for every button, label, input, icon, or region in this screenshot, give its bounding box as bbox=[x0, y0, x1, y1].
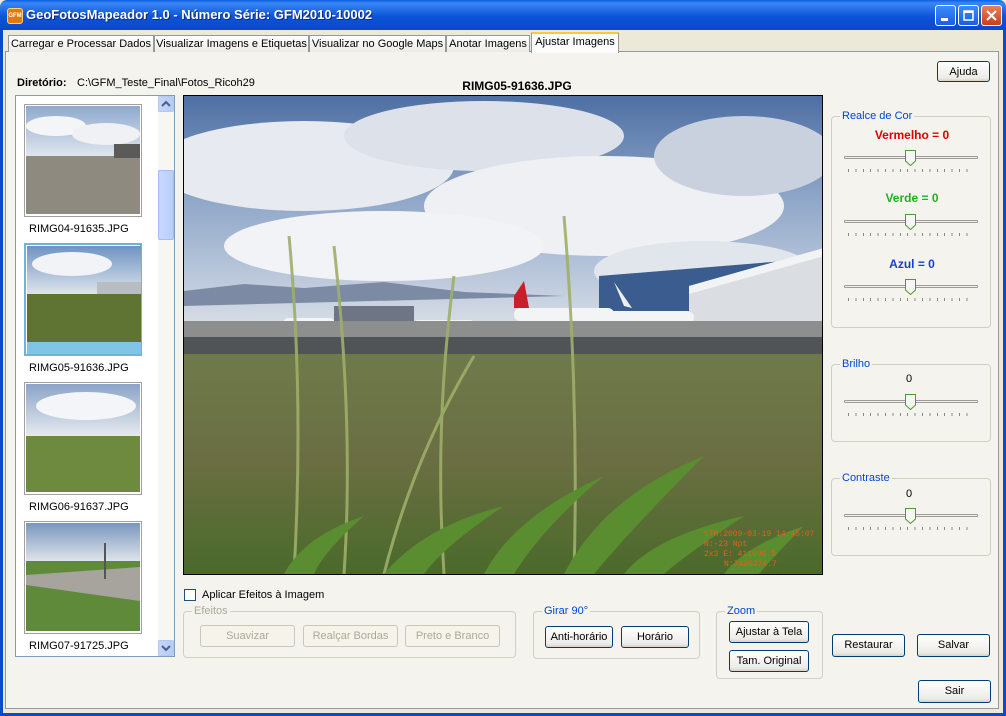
minimize-button[interactable] bbox=[935, 5, 956, 26]
slider-thumb[interactable] bbox=[905, 214, 916, 230]
rotate-group: Girar 90° Anti-horário Horário bbox=[533, 605, 700, 659]
maximize-button[interactable] bbox=[958, 5, 979, 26]
photo-overlay-line: N:-23 Npt bbox=[704, 540, 747, 549]
help-button[interactable]: Ajuda bbox=[937, 61, 990, 82]
chevron-up-icon bbox=[161, 100, 171, 107]
close-button[interactable] bbox=[981, 5, 1002, 26]
thumbnail-label: RIMG07-91725.JPG bbox=[29, 640, 129, 652]
scroll-down-button[interactable] bbox=[158, 640, 174, 656]
thumbnail-label: RIMG06-91637.JPG bbox=[29, 501, 129, 513]
rotate-cw-button[interactable]: Horário bbox=[621, 626, 689, 648]
green-slider[interactable] bbox=[844, 214, 978, 238]
contrast-group: Contraste 0 bbox=[831, 472, 991, 556]
thumbnail-scrollbar[interactable] bbox=[158, 96, 174, 656]
blue-label: Azul = 0 bbox=[889, 257, 935, 271]
thumbnail-label: RIMG04-91635.JPG bbox=[29, 223, 129, 235]
brightness-group: Brilho 0 bbox=[831, 358, 991, 442]
zoom-group: Zoom Ajustar à Tela Tam. Original bbox=[716, 605, 823, 679]
smooth-button[interactable]: Suavizar bbox=[200, 625, 295, 647]
thumbnail-image bbox=[26, 384, 140, 492]
thumbnail-image bbox=[26, 106, 140, 214]
effects-group: Efeitos Suavizar Realçar Bordas Preto e … bbox=[183, 605, 516, 658]
filename-text: RIMG05-91636.JPG bbox=[462, 79, 572, 93]
tab-google-maps[interactable]: Visualizar no Google Maps bbox=[309, 35, 446, 52]
thumbnail-item[interactable] bbox=[24, 382, 142, 495]
photo-overlay-line: 2x3 E: 411696.5 bbox=[704, 550, 776, 559]
title-bar: GFM GeoFotosMapeador 1.0 - Número Série:… bbox=[0, 0, 1006, 30]
thumbnail-label: RIMG05-91636.JPG bbox=[29, 362, 129, 374]
tab-carregar-processar[interactable]: Carregar e Processar Dados bbox=[8, 35, 154, 52]
red-slider[interactable] bbox=[844, 150, 978, 174]
restore-button[interactable]: Restaurar bbox=[832, 634, 905, 657]
thumbnail-image bbox=[27, 246, 141, 354]
green-label: Verde = 0 bbox=[885, 191, 939, 205]
blue-slider[interactable] bbox=[844, 279, 978, 303]
brightness-title: Brilho bbox=[840, 358, 873, 370]
apply-effects-label[interactable]: Aplicar Efeitos à Imagem bbox=[202, 589, 324, 601]
save-button[interactable]: Salvar bbox=[917, 634, 990, 657]
contrast-value: 0 bbox=[905, 488, 913, 500]
thumbnail-image bbox=[26, 523, 140, 631]
zoom-title: Zoom bbox=[725, 605, 758, 617]
photo-overlay-line: STM:2009-03-19 14:45:07 bbox=[704, 530, 815, 539]
original-size-button[interactable]: Tam. Original bbox=[729, 650, 809, 672]
chevron-down-icon bbox=[161, 645, 171, 652]
contrast-slider[interactable] bbox=[844, 508, 978, 532]
tab-ajustar-imagens[interactable]: Ajustar Imagens bbox=[531, 32, 619, 53]
rotate-ccw-button[interactable]: Anti-horário bbox=[545, 626, 613, 648]
app-icon[interactable]: GFM bbox=[7, 8, 23, 24]
photo-overlay-line: N:7405274.7 bbox=[724, 560, 777, 569]
maximize-icon bbox=[963, 10, 974, 21]
fit-to-screen-button[interactable]: Ajustar à Tela bbox=[729, 621, 809, 643]
apply-effects-checkbox[interactable] bbox=[184, 589, 196, 601]
current-image-filename: RIMG05-91636.JPG bbox=[0, 79, 1006, 93]
enhance-edges-button[interactable]: Realçar Bordas bbox=[303, 625, 398, 647]
main-image-view[interactable]: STM:2009-03-19 14:45:07 N:-23 Npt 2x3 E:… bbox=[183, 95, 823, 575]
thumbnail-item-selected[interactable] bbox=[24, 243, 142, 356]
airfield-photo: STM:2009-03-19 14:45:07 N:-23 Npt 2x3 E:… bbox=[184, 96, 822, 574]
thumbnail-list[interactable]: RIMG04-91635.JPG RIMG05-91636.JPG RIMG06… bbox=[15, 95, 175, 657]
exit-button[interactable]: Sair bbox=[918, 680, 991, 703]
slider-thumb[interactable] bbox=[905, 394, 916, 410]
brightness-slider[interactable] bbox=[844, 394, 978, 418]
color-enhance-group: Realce de Cor Vermelho = 0 Verde = 0 Azu… bbox=[831, 110, 991, 328]
thumbnail-item[interactable] bbox=[24, 521, 142, 634]
rotate-title: Girar 90° bbox=[542, 605, 591, 617]
close-icon bbox=[986, 10, 997, 21]
effects-title: Efeitos bbox=[192, 605, 230, 617]
thumbnail-item[interactable] bbox=[24, 104, 142, 217]
slider-thumb[interactable] bbox=[905, 150, 916, 166]
minimize-icon bbox=[941, 18, 948, 21]
scroll-up-button[interactable] bbox=[158, 96, 174, 112]
scroll-thumb[interactable] bbox=[158, 170, 174, 240]
color-enhance-title: Realce de Cor bbox=[840, 110, 915, 122]
slider-thumb[interactable] bbox=[905, 279, 916, 295]
contrast-title: Contraste bbox=[840, 472, 892, 484]
tab-anotar-imagens[interactable]: Anotar Imagens bbox=[446, 35, 530, 52]
window-border-left bbox=[0, 30, 3, 716]
brightness-value: 0 bbox=[905, 373, 913, 385]
tab-visualizar-imagens[interactable]: Visualizar Imagens e Etiquetas bbox=[154, 35, 309, 52]
red-label: Vermelho = 0 bbox=[874, 128, 950, 142]
window-title: GeoFotosMapeador 1.0 - Número Série: GFM… bbox=[26, 7, 373, 22]
black-white-button[interactable]: Preto e Branco bbox=[405, 625, 500, 647]
slider-thumb[interactable] bbox=[905, 508, 916, 524]
